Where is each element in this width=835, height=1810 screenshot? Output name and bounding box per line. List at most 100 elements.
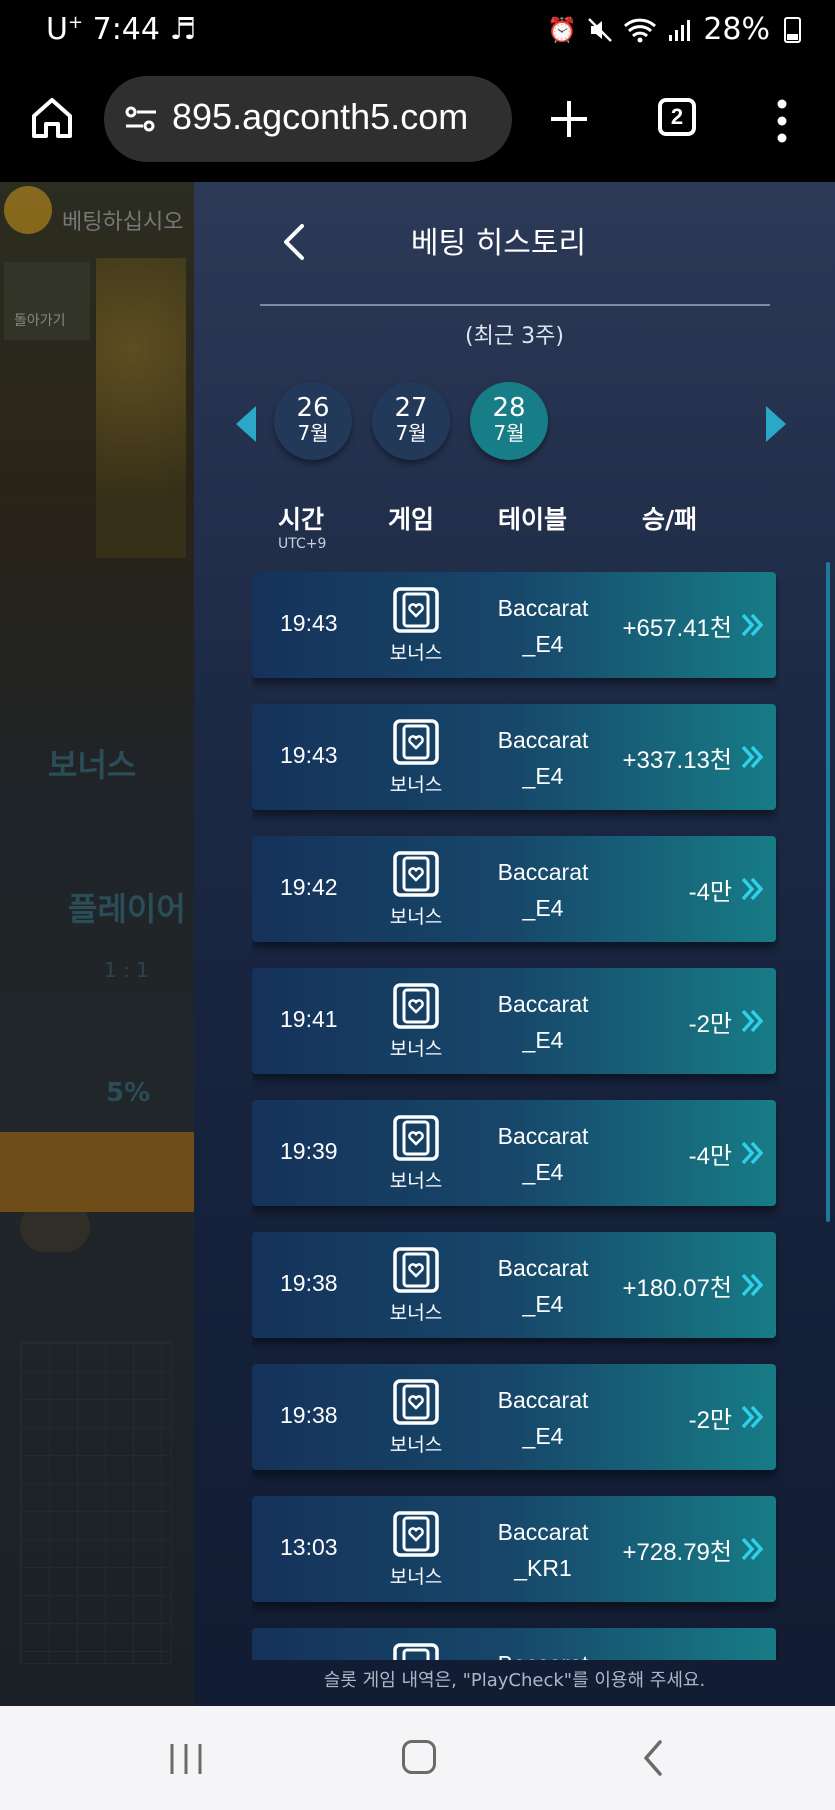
row-table-line2: _E4 (522, 631, 564, 657)
row-game: 보너스 (389, 1302, 443, 1324)
history-row[interactable]: 19:38 보너스 Baccarat _E4 -2만 (252, 1364, 776, 1470)
date-26[interactable]: 26 7월 (274, 382, 352, 460)
header-time: 시간 (278, 505, 325, 534)
music-icon: ♬ (169, 12, 197, 47)
date-27[interactable]: 27 7월 (372, 382, 450, 460)
row-time: 19:39 (280, 1138, 338, 1164)
row-time: 19:43 (280, 742, 338, 768)
footer-note: 슬롯 게임 내역은, "PlayCheck"를 이용해 주세요. (323, 1670, 706, 1691)
row-game: 보너스 (389, 906, 443, 928)
row-time: 19:42 (280, 874, 338, 900)
bg-player-label: 플레이어 (68, 890, 186, 928)
chevron-right-icon[interactable] (740, 1140, 764, 1166)
card-icon (393, 851, 439, 897)
next-date-arrow-icon[interactable] (766, 406, 786, 442)
row-game: 보너스 (389, 642, 443, 664)
row-amount: +180.07천 (622, 1275, 732, 1302)
date-day: 26 (296, 393, 330, 423)
history-row[interactable]: 19:41 보너스 Baccarat _E4 -2만 (252, 968, 776, 1074)
chevron-right-icon[interactable] (740, 744, 764, 770)
browser-toolbar: 895.agconth5.com 2 (0, 66, 835, 182)
row-amount: +728.79천 (622, 1539, 732, 1566)
chevron-right-icon[interactable] (740, 1404, 764, 1430)
tab-switcher-button[interactable]: 2 (658, 98, 696, 136)
history-row[interactable]: 19:38 보너스 Baccarat _E4 +180.07천 (252, 1232, 776, 1338)
row-table-line1: Baccarat (498, 1651, 589, 1660)
scrollbar[interactable] (826, 562, 830, 1222)
bg-percent: 5% (106, 1078, 151, 1108)
carrier: U (46, 12, 68, 47)
row-table-line2: _E4 (522, 1027, 564, 1053)
site-settings-icon[interactable] (124, 104, 158, 134)
card-icon (393, 983, 439, 1029)
signal-icon (669, 19, 691, 41)
address-bar[interactable]: 895.agconth5.com (104, 76, 512, 162)
history-row[interactable]: 19:43 보너스 Baccarat _E4 +337.13천 (252, 704, 776, 810)
row-table-line1: Baccarat (497, 595, 589, 621)
row-time: 13:03 (280, 1534, 338, 1560)
history-row[interactable]: 19:43 보너스 Baccarat _E4 +657.41천 (252, 572, 776, 678)
card-icon (393, 1511, 439, 1557)
row-table-line2: _KR1 (514, 1555, 572, 1581)
row-amount: -2만 (688, 1011, 732, 1038)
more-menu-icon[interactable] (770, 98, 794, 144)
period-label: (최근 3주) (465, 324, 564, 349)
row-time: 19:41 (280, 1006, 338, 1032)
chevron-right-icon[interactable] (740, 1272, 764, 1298)
url-text[interactable]: 895.agconth5.com (172, 96, 468, 138)
row-table-line1: Baccarat (497, 727, 589, 753)
row-table: Baccarat _E4 (478, 1250, 608, 1322)
history-row-partial[interactable]: Baccarat (252, 1628, 776, 1660)
bg-scoreboard (20, 1342, 172, 1664)
row-table-line1: Baccarat (497, 1123, 589, 1149)
chevron-right-icon[interactable] (740, 876, 764, 902)
mute-icon (588, 17, 613, 42)
history-row[interactable]: 19:39 보너스 Baccarat _E4 -4만 (252, 1100, 776, 1206)
date-month: 7월 (395, 421, 427, 445)
home-icon[interactable] (28, 94, 76, 142)
new-tab-icon[interactable] (548, 98, 590, 140)
chevron-right-icon[interactable] (740, 612, 764, 638)
card-icon (393, 1379, 439, 1425)
prev-date-arrow-icon[interactable] (236, 406, 256, 442)
recent-apps-icon[interactable] (168, 1742, 204, 1776)
carrier-sup: + (67, 12, 84, 33)
row-game: 보너스 (389, 1434, 443, 1456)
row-amount: -4만 (688, 879, 732, 906)
header-result: 승/패 (642, 505, 698, 534)
alarm-icon: ⏰ (547, 15, 578, 44)
row-table-line1: Baccarat (497, 859, 589, 885)
chevron-right-icon[interactable] (740, 1536, 764, 1562)
row-table: Baccarat _E4 (478, 854, 608, 926)
row-table: Baccarat _E4 (478, 986, 608, 1058)
card-icon (393, 587, 439, 633)
date-day: 28 (492, 393, 526, 423)
row-time: 19:38 (280, 1402, 338, 1428)
row-table-line1: Baccarat (497, 991, 589, 1017)
row-time: 19:38 (280, 1270, 338, 1296)
row-game: 보너스 (389, 1566, 443, 1588)
nav-back-icon[interactable] (640, 1738, 666, 1778)
history-list: 19:43 보너스 Baccarat _E4 +657.41천 19:43 보너스… (252, 572, 780, 1660)
row-table: Baccarat (478, 1646, 608, 1660)
row-table-line2: _E4 (522, 763, 564, 789)
row-table-line2: _E4 (522, 1423, 564, 1449)
battery-icon (784, 16, 801, 43)
bg-bonus-label: 보너스 (48, 746, 137, 784)
row-game: 보너스 (389, 774, 443, 796)
history-row[interactable]: 13:03 보너스 Baccarat _KR1 +728.79천 (252, 1496, 776, 1602)
bet-history-panel: 베팅 히스토리 (최근 3주) 26 7월 27 7월 28 7월 시간 UTC… (194, 182, 835, 1706)
nav-home-icon[interactable] (402, 1740, 436, 1774)
row-table: Baccarat _KR1 (478, 1514, 608, 1586)
row-table-line2: _E4 (522, 1159, 564, 1185)
battery-percent: 28% (703, 12, 770, 47)
chevron-right-icon[interactable] (740, 1008, 764, 1034)
card-icon (393, 1247, 439, 1293)
tab-count: 2 (670, 104, 684, 129)
row-game: 보너스 (389, 1038, 443, 1060)
card-icon (393, 1115, 439, 1161)
history-row[interactable]: 19:42 보너스 Baccarat _E4 -4만 (252, 836, 776, 942)
bg-header-text: 베팅하십시오 (62, 210, 184, 235)
date-28-selected[interactable]: 28 7월 (470, 382, 548, 460)
card-icon (393, 1643, 439, 1660)
